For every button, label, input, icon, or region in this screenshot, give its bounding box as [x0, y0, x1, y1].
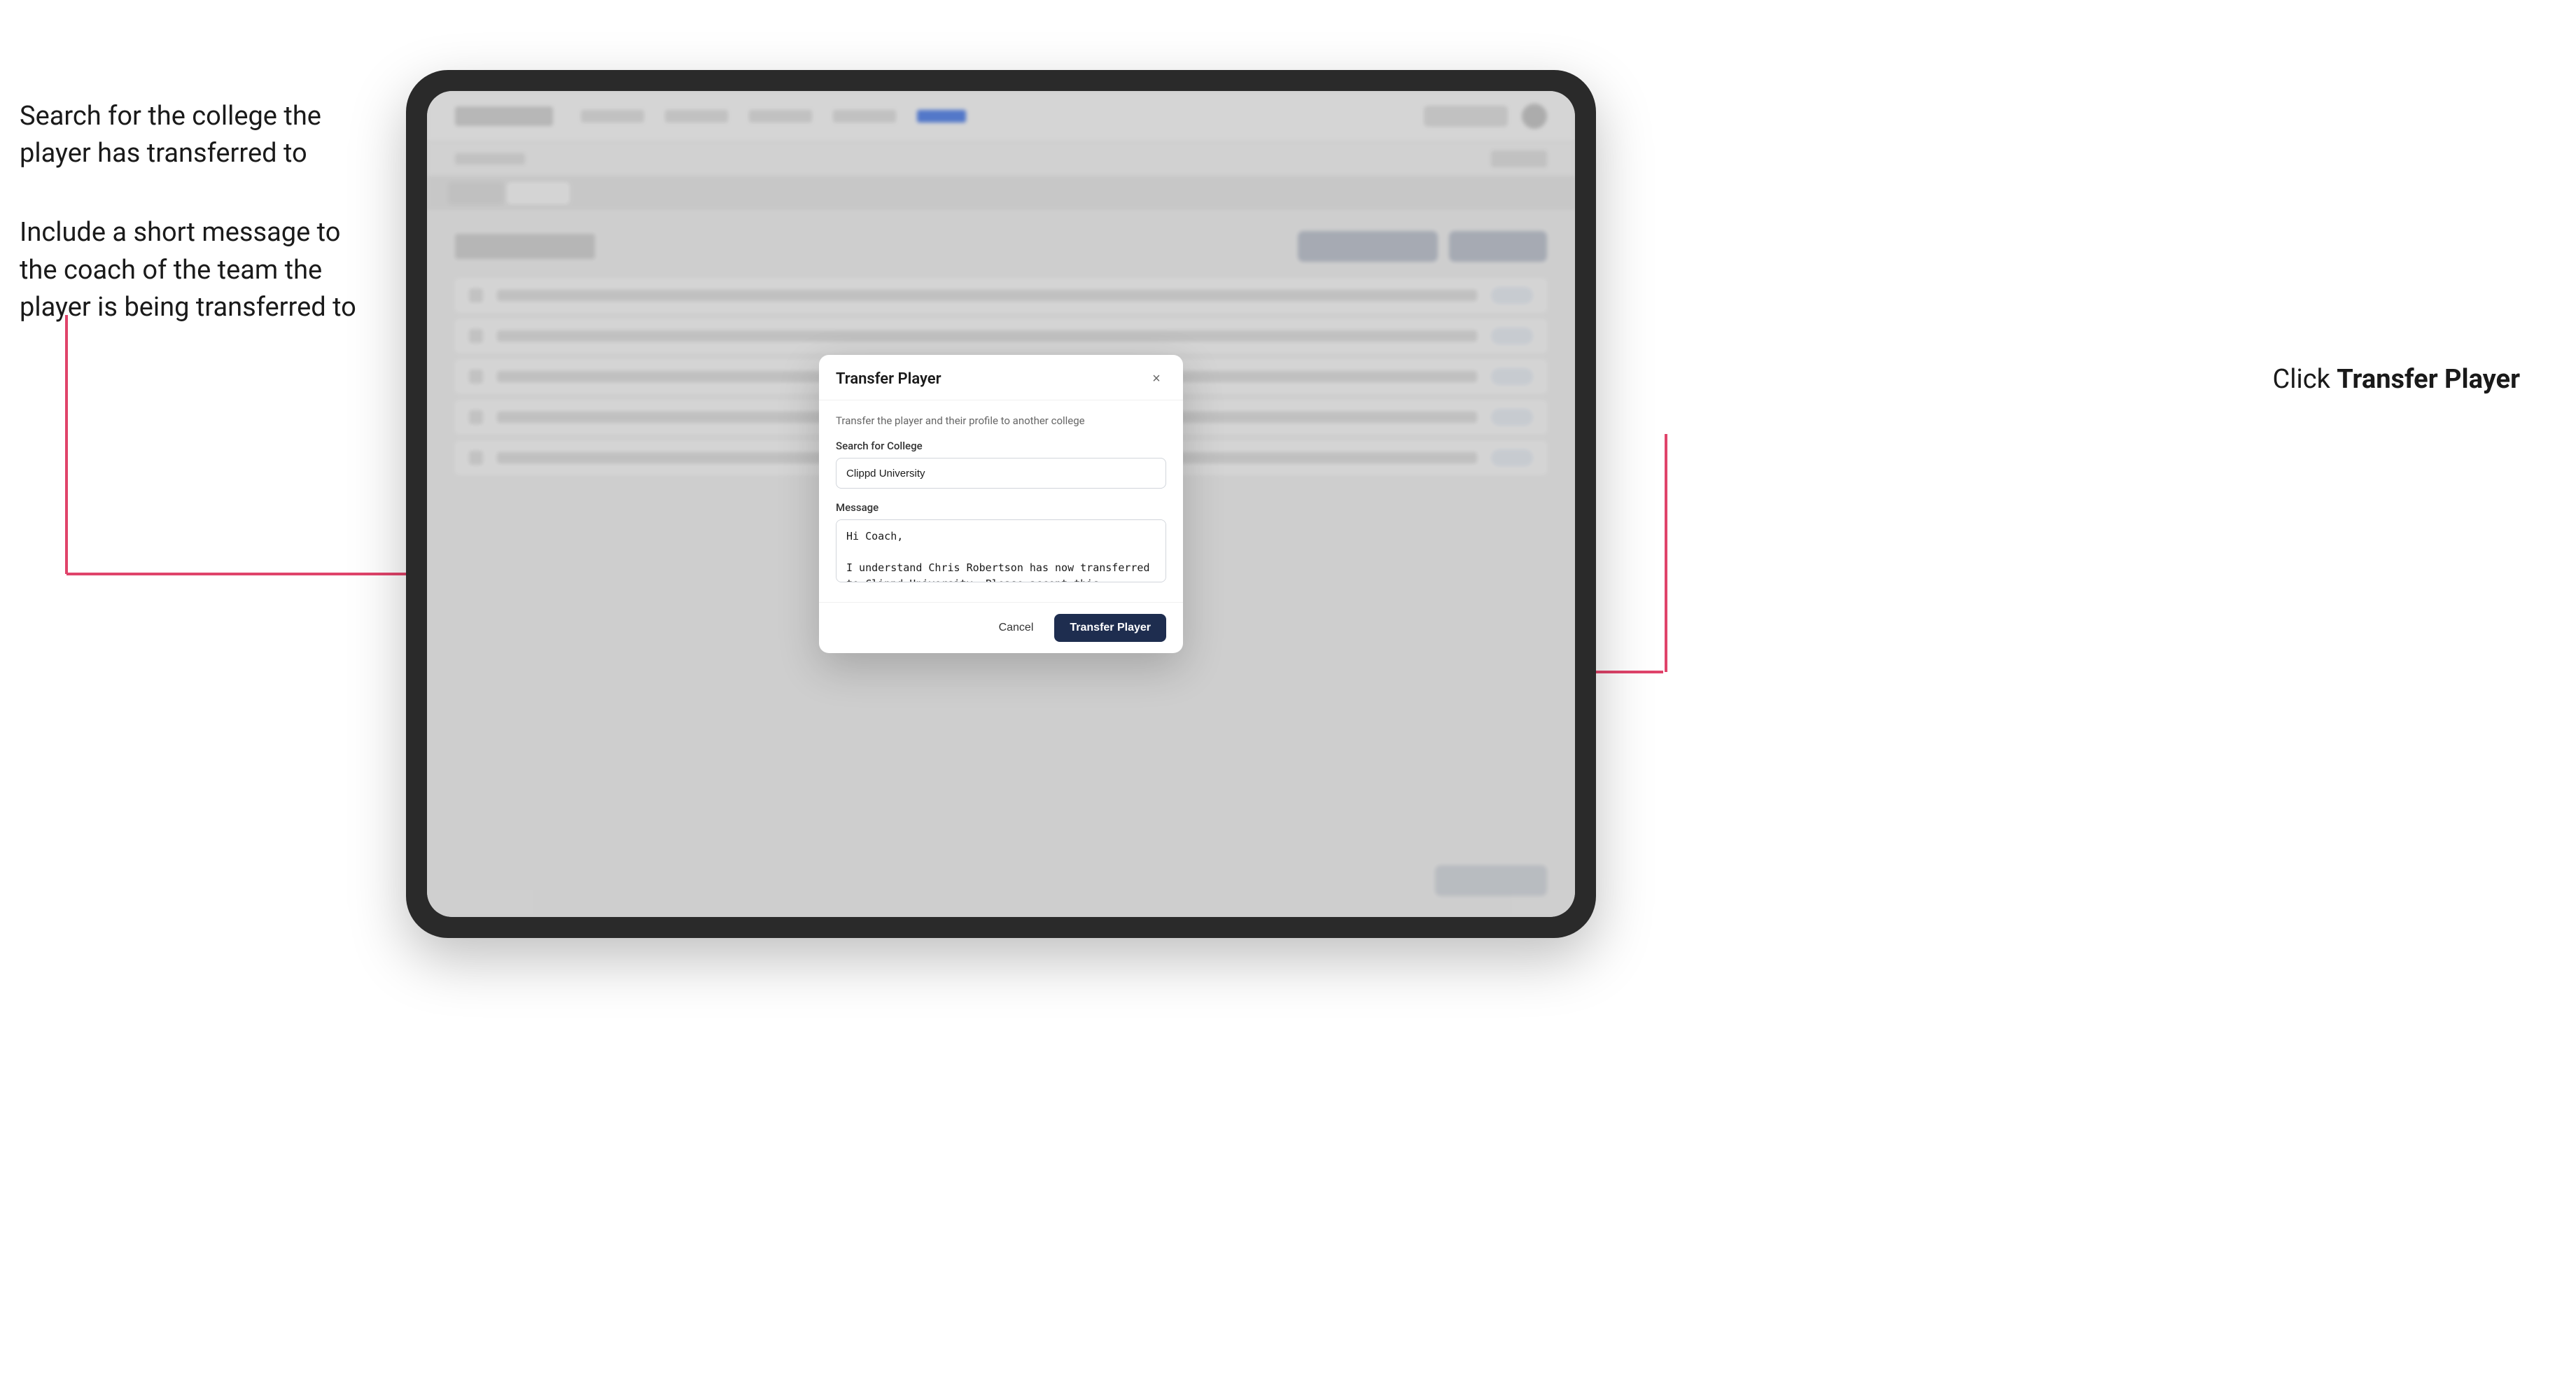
modal-overlay: Transfer Player × Transfer the player an…: [427, 91, 1575, 917]
dialog-body: Transfer the player and their profile to…: [819, 400, 1183, 602]
college-field-label: Search for College: [836, 440, 1166, 452]
message-field-label: Message: [836, 501, 1166, 514]
dialog-header: Transfer Player ×: [819, 355, 1183, 400]
annotation-text-1: Search for the college the player has tr…: [20, 98, 370, 172]
dialog-footer: Cancel Transfer Player: [819, 602, 1183, 653]
message-textarea[interactable]: [836, 519, 1166, 582]
dialog-close-button[interactable]: ×: [1147, 369, 1166, 388]
transfer-player-dialog[interactable]: Transfer Player × Transfer the player an…: [819, 355, 1183, 653]
dialog-title: Transfer Player: [836, 370, 941, 388]
cancel-button[interactable]: Cancel: [988, 615, 1045, 641]
left-annotations: Search for the college the player has tr…: [20, 98, 370, 368]
tablet-screen: Transfer Player × Transfer the player an…: [427, 91, 1575, 917]
tablet-frame: Transfer Player × Transfer the player an…: [406, 70, 1596, 938]
dialog-subtitle: Transfer the player and their profile to…: [836, 414, 1166, 427]
annotation-text-right: Click Transfer Player: [2272, 364, 2520, 395]
transfer-player-button[interactable]: Transfer Player: [1054, 614, 1166, 642]
annotation-text-2: Include a short message to the coach of …: [20, 214, 370, 326]
right-annotation: Click Transfer Player: [2272, 364, 2520, 395]
college-search-input[interactable]: [836, 458, 1166, 489]
